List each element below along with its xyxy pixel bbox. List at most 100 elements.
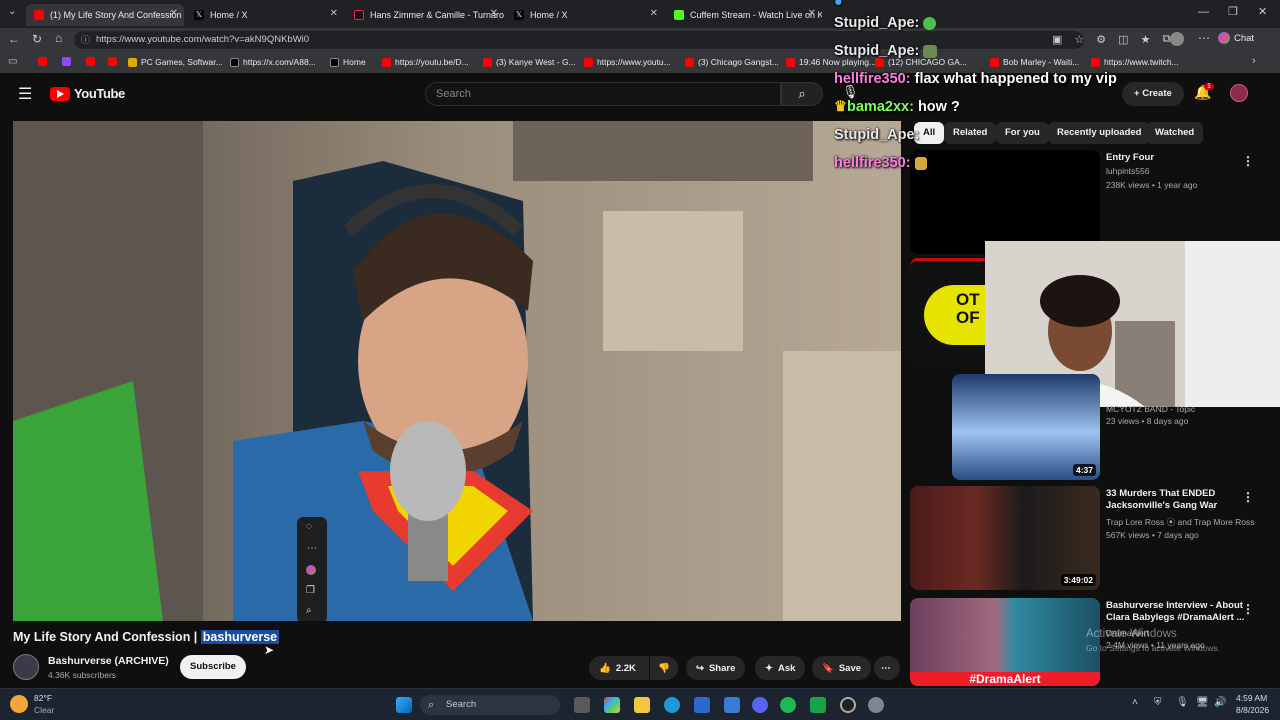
bookmark-pc-games[interactable]: PC Games, Softwar... — [128, 57, 223, 67]
obs-icon[interactable] — [840, 697, 856, 713]
back-icon[interactable]: ← — [8, 32, 20, 46]
outlook-icon[interactable] — [724, 697, 740, 713]
favorites-icon[interactable]: ★ — [1141, 33, 1151, 46]
weather-icon[interactable] — [10, 695, 28, 713]
copy-icon[interactable]: ❐ — [306, 585, 315, 596]
more-menu-icon[interactable]: ⋯ — [1198, 31, 1210, 45]
settings-gear-icon[interactable] — [868, 697, 884, 713]
search-icon[interactable]: ⌕ — [306, 605, 312, 616]
bookmark-youtube-2[interactable] — [86, 57, 95, 66]
store-icon[interactable] — [694, 697, 710, 713]
tab-list-icon[interactable]: ⌄ — [8, 6, 16, 17]
dislike-button[interactable]: 👎 — [650, 656, 678, 680]
copilot-icon[interactable] — [306, 565, 316, 575]
copilot-chat-button[interactable]: Chat — [1218, 32, 1254, 44]
taskbar-search-box[interactable]: ⌕ Search — [420, 695, 560, 715]
account-avatar[interactable] — [1230, 84, 1248, 102]
save-button[interactable]: 🔖 Save — [812, 656, 872, 680]
maximize-icon[interactable]: ❐ — [1228, 5, 1238, 18]
channel-name[interactable]: Bashurverse (ARCHIVE) — [48, 655, 169, 667]
tab-x-home-2[interactable]: 𝕏 Home / X ✕ — [506, 4, 664, 26]
clock-date[interactable]: 8/8/2026 — [1236, 705, 1269, 715]
bookmarks-menu-icon[interactable]: ▭ — [8, 56, 17, 67]
more-vertical-icon[interactable]: ⋮ — [1242, 490, 1254, 504]
youtube-logo[interactable]: YouTube — [50, 86, 125, 101]
search-button[interactable]: ⌕ — [781, 82, 823, 106]
more-actions-button[interactable]: ⋯ — [874, 656, 900, 680]
chip-recently-uploaded[interactable]: Recently uploaded — [1048, 122, 1151, 144]
tab-x-home[interactable]: 𝕏 Home / X ✕ — [186, 4, 344, 26]
weather-temperature[interactable]: 82°F — [34, 693, 52, 703]
video-player[interactable]: ◌ ⋯ ❐ ⌕ — [13, 121, 901, 621]
chip-related[interactable]: Related — [944, 122, 997, 144]
tab-tiktok[interactable]: Hans Zimmer & Camille - Turnaro ✕ — [346, 4, 504, 26]
xbox-icon[interactable] — [810, 697, 826, 713]
close-tab-icon[interactable]: ✕ — [808, 8, 816, 19]
bookmark-kanye[interactable]: (3) Kanye West - G... — [483, 57, 576, 67]
youtube-icon — [786, 57, 795, 67]
more-vertical-icon[interactable]: ⋮ — [1242, 154, 1254, 168]
chip-for-you[interactable]: For you — [996, 122, 1049, 144]
youtube-logo-text: YouTube — [74, 86, 125, 101]
recommendation-item[interactable]: #DramaAlert Bashurverse Interview - Abou… — [910, 598, 1280, 686]
home-icon[interactable]: ⌂ — [55, 31, 62, 45]
like-button[interactable]: 👍 2.2K — [589, 656, 649, 680]
close-tab-icon[interactable]: ✕ — [170, 8, 178, 19]
spotify-icon[interactable] — [780, 697, 796, 713]
bookmark-twitch-url[interactable]: https://www.twitch... — [1091, 57, 1179, 67]
bookmark-home[interactable]: Home — [330, 57, 366, 67]
clock-time[interactable]: 4:59 AM — [1236, 693, 1267, 703]
recommendation-item[interactable]: 3:49:02 33 Murders That ENDED Jacksonvil… — [910, 486, 1280, 590]
chevron-up-icon[interactable]: ˄ — [1132, 697, 1138, 708]
edge-browser-icon[interactable] — [664, 697, 680, 713]
start-menu-icon[interactable] — [396, 697, 412, 713]
bookmark-youtube-1[interactable] — [38, 57, 47, 66]
bookmark-youtube-3[interactable] — [108, 57, 117, 66]
subscribe-button[interactable]: Subscribe — [180, 655, 246, 679]
bookmark-youtube-url[interactable]: https://www.youtu... — [584, 57, 671, 67]
chevron-right-icon[interactable]: › — [1252, 55, 1256, 67]
extensions-icon[interactable]: ⚙ — [1096, 33, 1106, 46]
create-button[interactable]: + Create — [1122, 82, 1184, 106]
more-icon[interactable]: ⋯ — [307, 543, 317, 554]
app-icon[interactable]: ▣ — [1052, 33, 1062, 46]
chat-username: hellfire350: — [834, 71, 911, 87]
site-info-icon[interactable]: ⓘ — [81, 31, 90, 49]
rec-title: Bashurverse Interview - About Clara Baby… — [1106, 600, 1245, 623]
profile-avatar[interactable] — [1170, 32, 1184, 46]
widgets-icon[interactable] — [604, 697, 620, 713]
bookmark-youtu-be[interactable]: https://youtu.be/D... — [382, 57, 469, 67]
split-screen-icon[interactable]: ◫ — [1118, 33, 1128, 46]
discord-icon[interactable] — [752, 697, 768, 713]
hide-icon[interactable]: ◌ — [306, 521, 312, 532]
bookmark-chicago-gangst[interactable]: (3) Chicago Gangst... — [685, 57, 779, 67]
more-vertical-icon[interactable]: ⋮ — [1242, 602, 1254, 616]
close-tab-icon[interactable]: ✕ — [490, 8, 498, 19]
bookmark-bob-marley[interactable]: Bob Marley - Waiti... — [990, 57, 1079, 67]
bookmark-label: Bob Marley - Waiti... — [1003, 57, 1080, 67]
hamburger-menu-icon[interactable]: ☰ — [18, 84, 32, 104]
microphone-tray-icon[interactable]: 🎙 — [1176, 697, 1189, 708]
security-icon[interactable]: ⛨ — [1154, 697, 1162, 708]
recommendation-item[interactable]: 4:37 MCYOTZ BAND - Topic 23 views • 8 da… — [910, 374, 1280, 482]
network-icon[interactable]: 🖥 — [1196, 697, 1209, 708]
ask-button[interactable]: ✦ Ask — [755, 656, 806, 680]
minimize-icon[interactable]: — — [1198, 6, 1209, 18]
close-window-icon[interactable]: ✕ — [1258, 5, 1267, 18]
volume-icon[interactable]: 🔊 — [1214, 697, 1226, 708]
share-button[interactable]: ↪ Share — [686, 656, 746, 680]
task-view-icon[interactable] — [574, 697, 590, 713]
tab-youtube-video[interactable]: (1) My Life Story And Confession | ✕ — [26, 4, 184, 26]
reload-icon[interactable]: ↻ — [32, 32, 42, 46]
close-tab-icon[interactable]: ✕ — [650, 8, 658, 19]
bookmark-twitch[interactable] — [62, 57, 71, 66]
close-tab-icon[interactable]: ✕ — [330, 8, 338, 19]
channel-avatar[interactable] — [13, 654, 39, 680]
recommendation-item[interactable]: Entry Four luhpints556 238K views • 1 ye… — [910, 150, 1280, 254]
search-input[interactable]: Search — [425, 82, 781, 106]
file-explorer-icon[interactable] — [634, 697, 650, 713]
favorite-star-icon[interactable]: ☆ — [1074, 33, 1084, 46]
chip-watched[interactable]: Watched — [1146, 122, 1204, 144]
bookmark-x-a88[interactable]: https://x.com/A88... — [230, 57, 316, 67]
tab-kick-stream[interactable]: Cuffem Stream - Watch Live on Ki ✕ — [666, 4, 822, 26]
